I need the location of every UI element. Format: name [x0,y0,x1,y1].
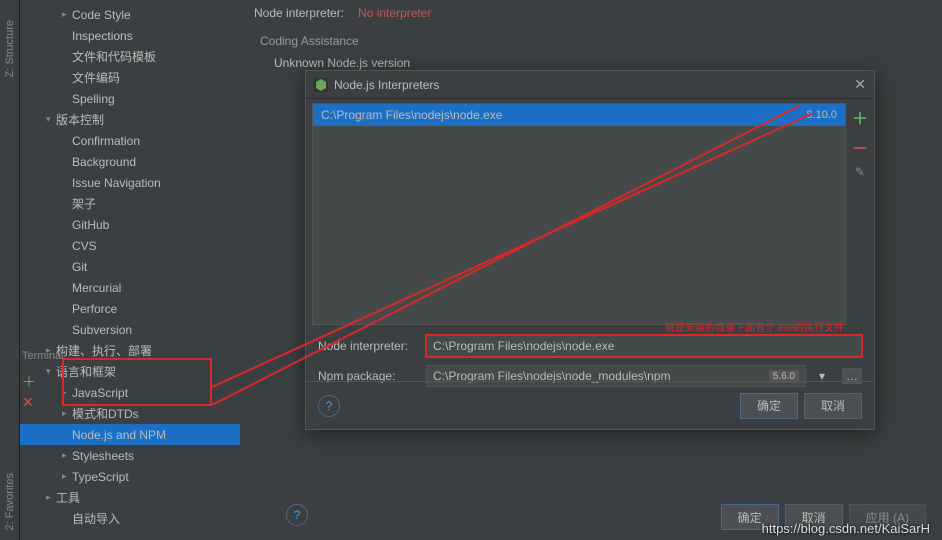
coding-assist-header: Coding Assistance [240,26,942,56]
tree-schemas[interactable]: 模式和DTDs [20,403,240,424]
tree-perforce[interactable]: Perforce [20,298,240,319]
tree-issuenav[interactable]: Issue Navigation [20,172,240,193]
tree-nodenpm[interactable]: Node.js and NPM [20,424,240,445]
terminal-label[interactable]: Terminal [22,350,64,362]
tree-bg[interactable]: Background [20,151,240,172]
close-icon[interactable]: ✕ [854,76,866,93]
tree-spelling[interactable]: Spelling [20,88,240,109]
tree-git[interactable]: Git [20,256,240,277]
tree-github[interactable]: GitHub [20,214,240,235]
list-toolbar: ＋ － ✎ [846,99,874,329]
tree-autoimport[interactable]: 自动导入 [20,508,240,529]
tree-shelf[interactable]: 架子 [20,193,240,214]
tree-ts[interactable]: TypeScript [20,466,240,487]
tree-stylesheets[interactable]: Stylesheets [20,445,240,466]
tree-codestyle[interactable]: Code Style [20,4,240,25]
watermark: https://blog.csdn.net/KaiSarH [762,521,930,536]
add-icon[interactable]: ＋ [852,105,868,129]
edit-icon[interactable]: ✎ [855,165,865,179]
list-item-path: C:\Program Files\nodejs\node.exe [321,108,502,122]
tree-confirm[interactable]: Confirmation [20,130,240,151]
node-interp-field[interactable]: C:\Program Files\nodejs\node.exe [426,335,862,357]
dialog-cancel[interactable]: 取消 [804,393,862,419]
interpreters-dialog: Node.js Interpreters ✕ C:\Program Files\… [305,70,875,430]
tree-js[interactable]: JavaScript [20,382,240,403]
annotation-text: 就是安装的目录下面有个.exe的执行文件 [665,319,844,334]
nodejs-icon [314,78,328,92]
tree-subversion[interactable]: Subversion [20,319,240,340]
settings-tree: Code Style Inspections 文件和代码模板 文件编码 Spel… [20,0,240,540]
terminal-close-icon[interactable]: ✕ [22,394,34,411]
dialog-title: Node.js Interpreters [334,78,439,92]
list-item-version: 8.10.0 [806,109,837,121]
node-interp-row: Node interpreter: No interpreter [240,0,942,26]
tree-filetpl[interactable]: 文件和代码模板 [20,46,240,67]
unknown-version: Unknown Node.js version [240,56,942,70]
node-interp-label: Node interpreter: [254,6,344,20]
tree-tools[interactable]: 工具 [20,487,240,508]
remove-icon[interactable]: － [852,135,868,159]
dialog-titlebar[interactable]: Node.js Interpreters ✕ [306,71,874,99]
interpreter-list[interactable]: C:\Program Files\nodejs\node.exe 8.10.0 [312,103,846,325]
tree-fileenc[interactable]: 文件编码 [20,67,240,88]
tree-inspections[interactable]: Inspections [20,25,240,46]
rail-structure[interactable]: Z: Structure [4,20,16,77]
settings-help-icon[interactable]: ? [286,504,308,526]
node-interp-field-label: Node interpreter: [318,339,418,353]
dialog-footer: ? 确定 取消 [306,381,874,429]
no-interpreter: No interpreter [358,6,431,20]
dialog-ok[interactable]: 确定 [740,393,798,419]
interpreter-list-item[interactable]: C:\Program Files\nodejs\node.exe 8.10.0 [313,104,845,126]
terminal-add-icon[interactable]: ＋ [22,372,36,392]
rail-favorites[interactable]: 2: Favorites [4,473,16,530]
tree-lang[interactable]: 语言和框架 [20,361,240,382]
tree-mercurial[interactable]: Mercurial [20,277,240,298]
tree-vcs[interactable]: 版本控制 [20,109,240,130]
tree-cvs[interactable]: CVS [20,235,240,256]
dialog-help-icon[interactable]: ? [318,395,340,417]
left-rail: Z: Structure 2: Favorites [0,0,20,540]
